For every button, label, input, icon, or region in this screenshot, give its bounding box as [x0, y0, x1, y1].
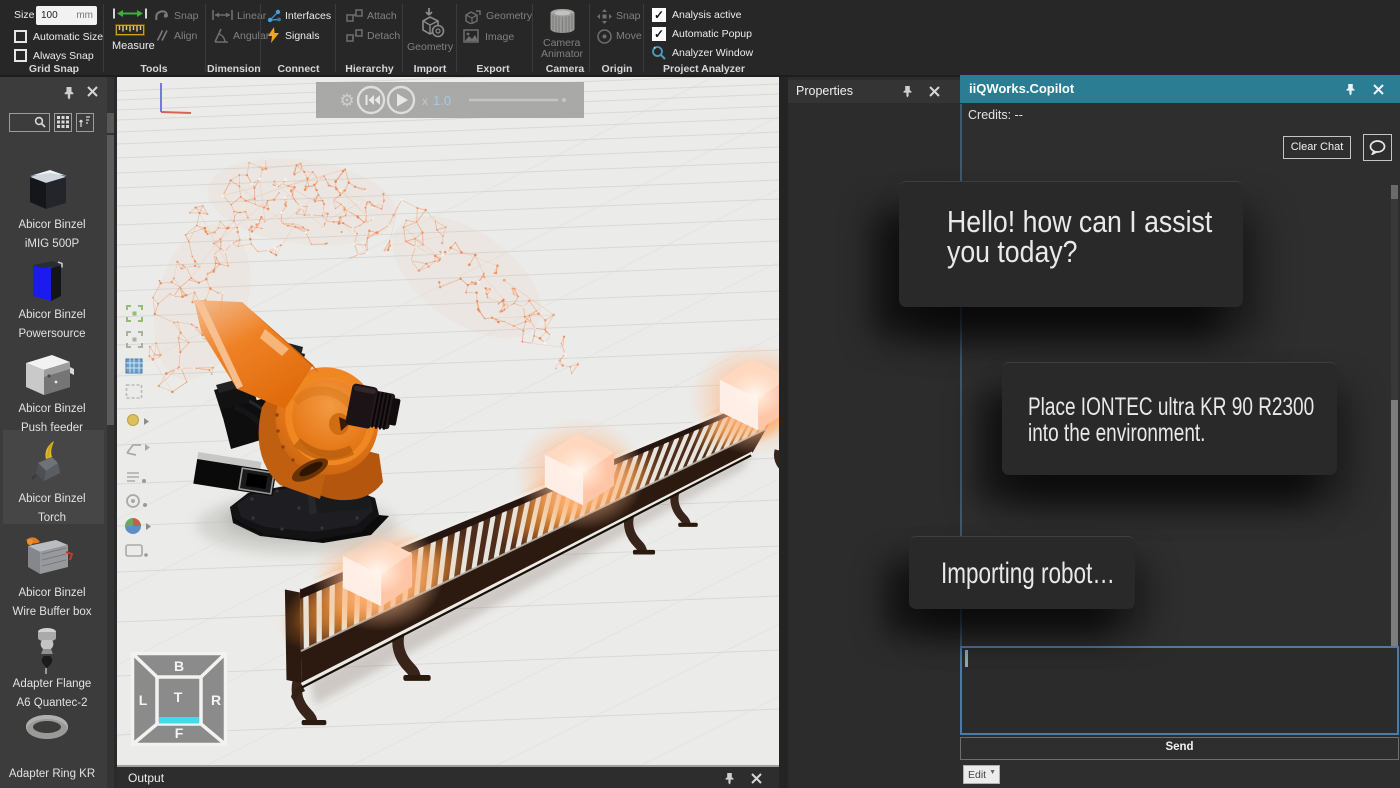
svg-text:x: x	[422, 94, 428, 108]
svg-text:R: R	[211, 692, 221, 708]
svg-text:⚙: ⚙	[339, 91, 354, 110]
svg-text:B: B	[174, 658, 184, 674]
svg-text:F: F	[175, 725, 184, 741]
svg-text:L: L	[139, 692, 148, 708]
svg-text:T: T	[174, 689, 183, 705]
svg-text:1.0: 1.0	[433, 93, 451, 108]
